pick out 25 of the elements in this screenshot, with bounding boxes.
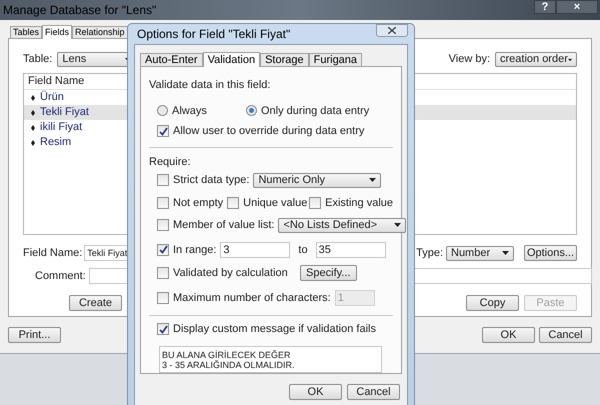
label: Maximum number of characters: — [173, 290, 331, 306]
label: Member of value list: — [173, 218, 274, 233]
label: Require: — [149, 154, 192, 170]
label: Validate data in this field: — [149, 78, 272, 93]
dialog-title: Options for Field "Tekli Fiyat" — [137, 26, 290, 43]
label: Unique value — [243, 196, 308, 210]
label: Existing value — [325, 196, 393, 210]
label: Table: — [23, 52, 52, 68]
label: Only during data entry — [261, 104, 370, 118]
label: Display custom message if validation fails — [173, 322, 376, 337]
label: In range: — [173, 242, 216, 258]
label: Strict data type: — [173, 173, 250, 188]
label: Type: — [416, 246, 443, 261]
label: Allow user to override during data entry — [173, 124, 364, 139]
label: Validated by calculation — [173, 266, 288, 281]
label: Always — [172, 104, 207, 118]
label: View by: — [448, 52, 490, 68]
label: Not empty — [173, 196, 224, 210]
message-line: 3 - 35 ARALIĞINDA OLMALIDIR. — [162, 360, 296, 370]
message-line: BU ALANA GİRİLECEK DEĞER — [162, 350, 292, 360]
label: Field Name: — [23, 246, 82, 261]
label: to — [298, 242, 308, 258]
window-title: Manage Database for "Lens" — [3, 2, 156, 19]
label: Field Name — [28, 74, 84, 90]
label: Comment: — [35, 268, 86, 284]
